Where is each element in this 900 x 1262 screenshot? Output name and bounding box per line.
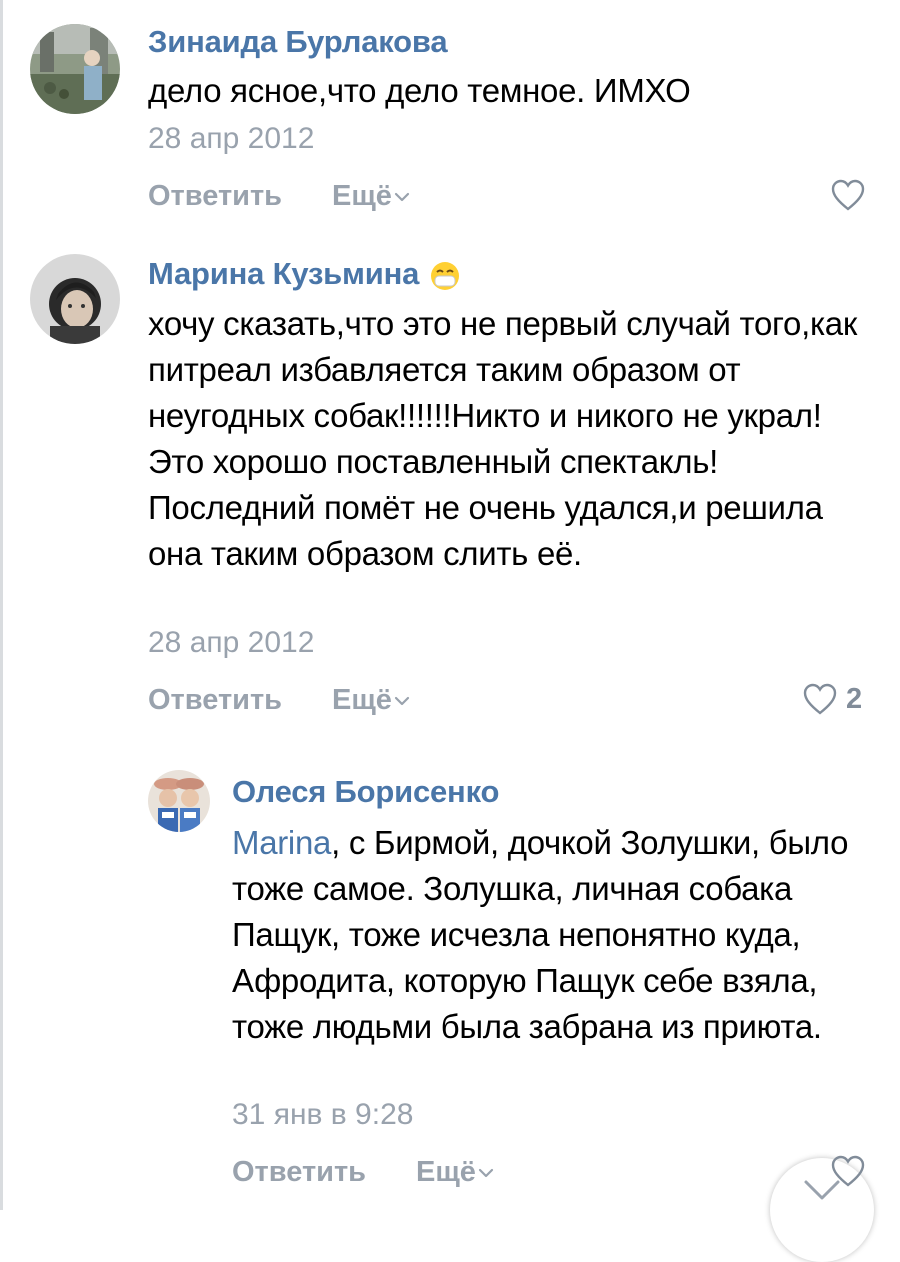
comment-text: Marina, с Бирмой, дочкой Золушки, было т… bbox=[232, 820, 872, 1050]
mention-link[interactable]: Marina bbox=[232, 824, 331, 861]
comment-date: 28 апр 2012 bbox=[148, 122, 315, 155]
comment-text: хочу сказать,что это не первый случай то… bbox=[148, 305, 857, 572]
chevron-down-icon bbox=[394, 193, 410, 202]
comment-author[interactable]: Зинаида Бурлакова bbox=[148, 24, 448, 60]
heart-icon bbox=[831, 179, 865, 211]
scroll-down-button[interactable] bbox=[770, 1155, 874, 1262]
reply-button[interactable]: Ответить bbox=[232, 1156, 366, 1189]
author-name: Марина Кузьмина bbox=[148, 256, 420, 291]
heart-icon bbox=[803, 683, 837, 715]
chevron-down-icon bbox=[804, 1180, 840, 1200]
more-label: Ещё bbox=[332, 684, 392, 716]
reply-button[interactable]: Ответить bbox=[148, 180, 282, 213]
emoji-mask-icon bbox=[431, 261, 460, 290]
like-count: 2 bbox=[846, 682, 863, 715]
more-button[interactable]: Ещё bbox=[332, 684, 410, 717]
reply-button[interactable]: Ответить bbox=[148, 684, 282, 717]
comment-date: 28 апр 2012 bbox=[148, 626, 315, 659]
comment-text: дело ясное,что дело темное. ИМХО bbox=[148, 72, 691, 109]
left-border bbox=[0, 0, 3, 1210]
comment-author[interactable]: Марина Кузьмина bbox=[148, 256, 461, 292]
avatar[interactable] bbox=[30, 254, 120, 344]
more-button[interactable]: Ещё bbox=[416, 1156, 494, 1189]
like-button[interactable] bbox=[830, 178, 866, 212]
more-button[interactable]: Ещё bbox=[332, 180, 410, 213]
comment-date: 31 янв в 9:28 bbox=[232, 1098, 414, 1131]
avatar[interactable] bbox=[148, 770, 210, 832]
comment-author[interactable]: Олеся Борисенко bbox=[232, 774, 499, 810]
chevron-down-icon bbox=[478, 1169, 494, 1178]
like-button[interactable]: 2 bbox=[802, 682, 862, 716]
avatar[interactable] bbox=[30, 24, 120, 114]
chevron-down-icon bbox=[394, 697, 410, 706]
more-label: Ещё bbox=[416, 1156, 476, 1188]
more-label: Ещё bbox=[332, 180, 392, 212]
